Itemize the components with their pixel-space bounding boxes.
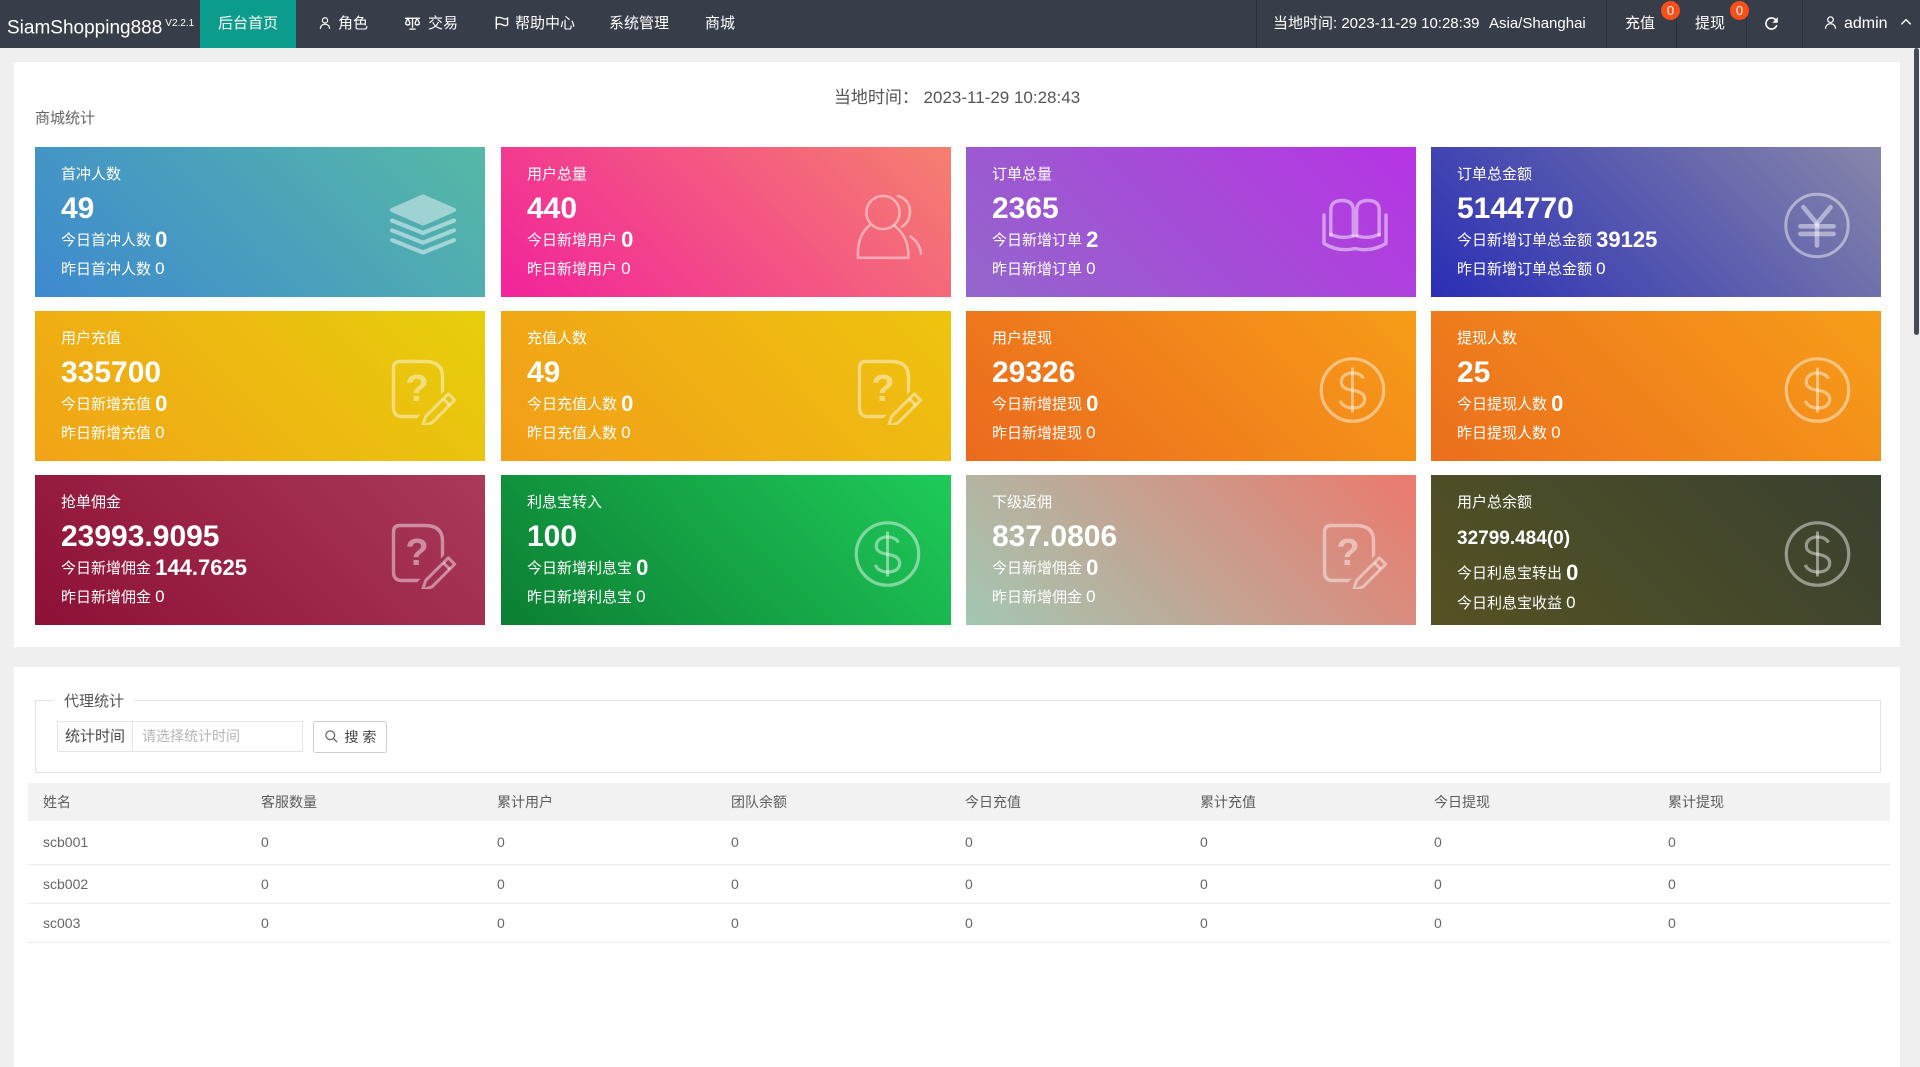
svg-text:?: ? xyxy=(405,368,428,410)
svg-text:?: ? xyxy=(871,368,894,410)
svg-text:?: ? xyxy=(1336,532,1359,574)
svg-text:?: ? xyxy=(405,532,428,574)
